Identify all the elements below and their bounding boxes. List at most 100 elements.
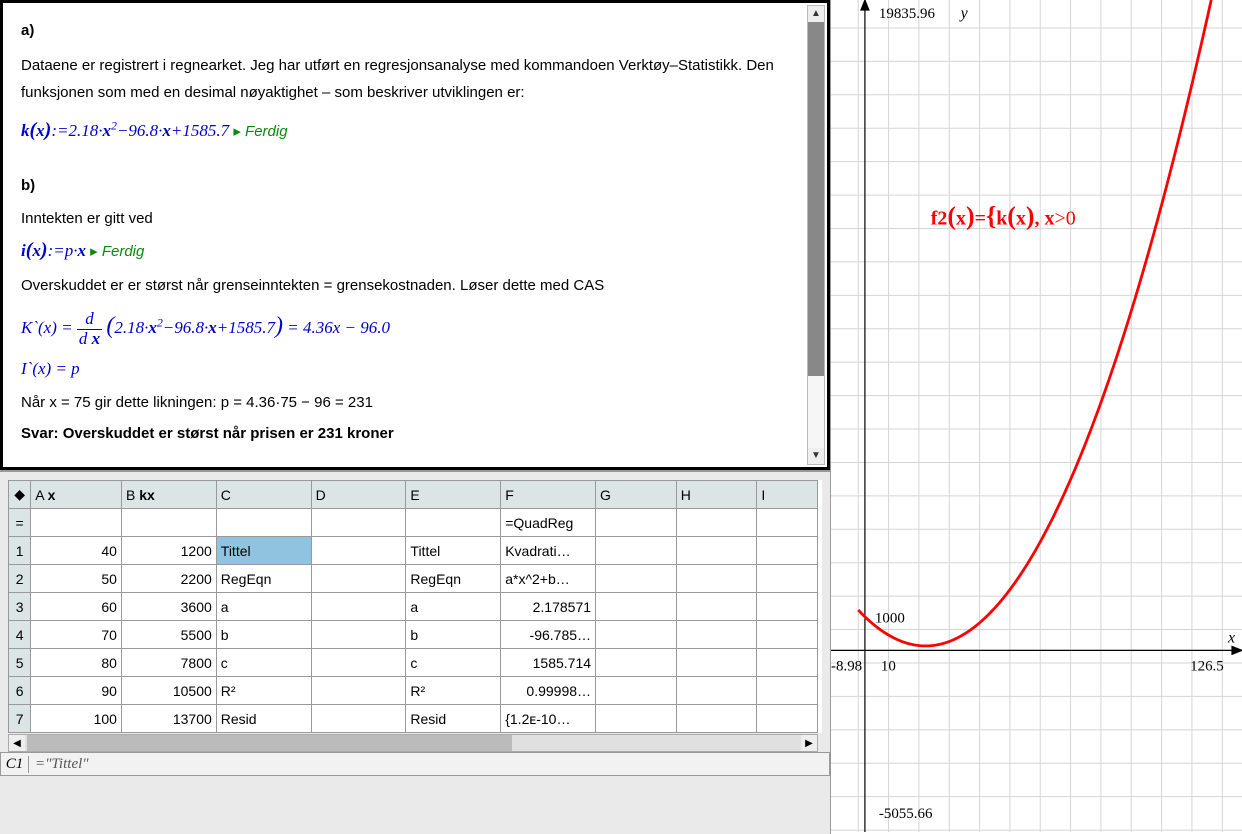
cell[interactable]: 2.178571	[501, 593, 596, 621]
cell[interactable]	[676, 537, 757, 565]
col-header-d[interactable]: D	[311, 481, 406, 509]
cell[interactable]: Resid	[216, 705, 311, 733]
table-row[interactable]: 2502200RegEqnRegEqna*x^2+b…	[9, 565, 818, 593]
cell[interactable]: Tittel	[216, 537, 311, 565]
formula-row[interactable]: = =QuadReg	[9, 509, 818, 537]
cell[interactable]: 50	[31, 565, 122, 593]
cell[interactable]: Tittel	[406, 537, 501, 565]
col-header-i[interactable]: I	[757, 481, 818, 509]
cell[interactable]	[676, 621, 757, 649]
cell[interactable]: 1585.714	[501, 649, 596, 677]
cell[interactable]	[676, 593, 757, 621]
cell[interactable]	[311, 537, 406, 565]
cell[interactable]: 40	[31, 537, 122, 565]
scroll-up-icon[interactable]: ▲	[808, 6, 824, 22]
col-header-a[interactable]: A x	[31, 481, 122, 509]
cell[interactable]	[676, 565, 757, 593]
cell[interactable]: 1	[9, 537, 31, 565]
cell[interactable]: 90	[31, 677, 122, 705]
formula-input[interactable]: ="Tittel"	[29, 756, 829, 773]
cell[interactable]: 13700	[121, 705, 216, 733]
cell[interactable]: RegEqn	[406, 565, 501, 593]
column-header-row[interactable]: ◆ A x B kx C D E F G H I	[9, 481, 818, 509]
cell[interactable]: b	[406, 621, 501, 649]
cell[interactable]	[757, 649, 818, 677]
cell[interactable]: a*x^2+b…	[501, 565, 596, 593]
table-row[interactable]: 3603600aa2.178571	[9, 593, 818, 621]
cell[interactable]	[596, 649, 677, 677]
cell[interactable]: 60	[31, 593, 122, 621]
cell[interactable]: c	[406, 649, 501, 677]
cell[interactable]: 4	[9, 621, 31, 649]
table-row[interactable]: 710013700ResidResid{1.2ᴇ-10…	[9, 705, 818, 733]
notes-panel[interactable]: ▲ ▼ a) Dataene er registrert i regnearke…	[0, 0, 830, 470]
cell[interactable]: RegEqn	[216, 565, 311, 593]
col-header-f[interactable]: F	[501, 481, 596, 509]
cell[interactable]: 3600	[121, 593, 216, 621]
scrollbar-thumb[interactable]	[808, 6, 824, 376]
cell[interactable]: 1200	[121, 537, 216, 565]
cell[interactable]	[596, 705, 677, 733]
scroll-down-icon[interactable]: ▼	[808, 448, 824, 464]
col-header-h[interactable]: H	[676, 481, 757, 509]
cell[interactable]	[757, 565, 818, 593]
cell[interactable]: 3	[9, 593, 31, 621]
corner-cell[interactable]: ◆	[9, 481, 31, 509]
cell[interactable]: 10500	[121, 677, 216, 705]
cell[interactable]	[596, 621, 677, 649]
cell[interactable]: 5	[9, 649, 31, 677]
cell[interactable]: 5500	[121, 621, 216, 649]
cell[interactable]	[311, 621, 406, 649]
cell[interactable]: c	[216, 649, 311, 677]
cell[interactable]: 70	[31, 621, 122, 649]
cell[interactable]	[311, 565, 406, 593]
cell[interactable]: Kvadrati…	[501, 537, 596, 565]
cell[interactable]: 80	[31, 649, 122, 677]
cell[interactable]: -96.785…	[501, 621, 596, 649]
spreadsheet-panel[interactable]: ◆ A x B kx C D E F G H I =	[0, 470, 830, 834]
scroll-left-icon[interactable]: ◀	[9, 735, 25, 751]
h-scrollbar-thumb[interactable]	[27, 735, 512, 751]
cell[interactable]	[757, 677, 818, 705]
cell[interactable]: R²	[406, 677, 501, 705]
cell[interactable]	[311, 593, 406, 621]
cell[interactable]: a	[406, 593, 501, 621]
table-row[interactable]: 69010500R²R²0.99998…	[9, 677, 818, 705]
cell[interactable]: 100	[31, 705, 122, 733]
graph-panel[interactable]: 19835.96 y x -8.98 10 126.5 1000 -5055.6…	[830, 0, 1242, 834]
cell[interactable]	[676, 705, 757, 733]
col-header-c[interactable]: C	[216, 481, 311, 509]
cell[interactable]	[757, 537, 818, 565]
cell[interactable]	[676, 649, 757, 677]
cell[interactable]	[311, 649, 406, 677]
col-header-b[interactable]: B kx	[121, 481, 216, 509]
col-header-e[interactable]: E	[406, 481, 501, 509]
table-row[interactable]: 1401200TittelTittelKvadrati…	[9, 537, 818, 565]
spreadsheet-table[interactable]: ◆ A x B kx C D E F G H I =	[8, 480, 818, 733]
cell[interactable]: 6	[9, 677, 31, 705]
cell[interactable]	[311, 677, 406, 705]
cell[interactable]: b	[216, 621, 311, 649]
col-header-g[interactable]: G	[596, 481, 677, 509]
scroll-right-icon[interactable]: ▶	[801, 735, 817, 751]
cell[interactable]	[596, 565, 677, 593]
cell[interactable]: 7800	[121, 649, 216, 677]
formula-bar[interactable]: C1 ="Tittel"	[0, 752, 830, 776]
cell[interactable]: a	[216, 593, 311, 621]
cell[interactable]: 0.99998…	[501, 677, 596, 705]
cell[interactable]: {1.2ᴇ-10…	[501, 705, 596, 733]
cell[interactable]	[757, 621, 818, 649]
cell[interactable]: 7	[9, 705, 31, 733]
cell[interactable]	[757, 593, 818, 621]
cell[interactable]: R²	[216, 677, 311, 705]
cell[interactable]	[676, 677, 757, 705]
cell[interactable]	[596, 677, 677, 705]
sheet-h-scrollbar[interactable]: ◀ ▶	[8, 734, 818, 752]
cell[interactable]	[311, 705, 406, 733]
cell[interactable]	[757, 705, 818, 733]
cell[interactable]: 2	[9, 565, 31, 593]
cell[interactable]: 2200	[121, 565, 216, 593]
notes-scrollbar[interactable]: ▲ ▼	[807, 5, 825, 465]
table-row[interactable]: 5807800cc1585.714	[9, 649, 818, 677]
cell[interactable]: Resid	[406, 705, 501, 733]
